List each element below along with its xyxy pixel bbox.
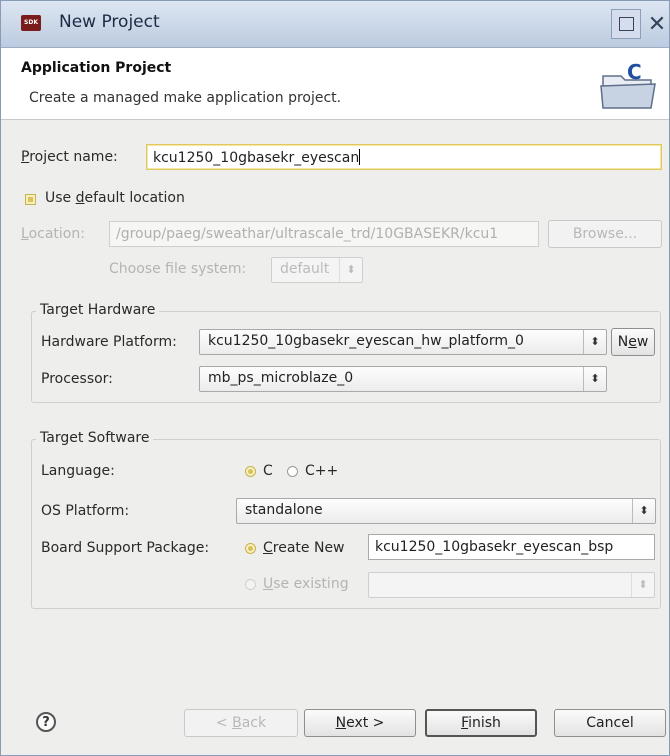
svg-text:C: C [627,62,642,84]
create-new-bsp-radio[interactable] [245,543,256,554]
spinner-arrows-icon: ⬍ [632,499,655,523]
bsp-name-input[interactable]: kcu1250_10gbasekr_eyescan_bsp [368,534,655,560]
spinner-arrows-icon: ⬍ [339,258,362,282]
use-default-location-label[interactable]: Use default location [45,190,185,206]
finish-button[interactable]: Finish [425,709,537,737]
language-c-radio[interactable] [245,466,256,477]
back-button[interactable]: < Back [184,709,298,737]
os-platform-label: OS Platform: [41,503,130,519]
use-existing-bsp-label[interactable]: Use existing [263,576,349,592]
language-cpp-label[interactable]: C++ [305,463,338,479]
processor-select[interactable]: mb_ps_microblaze_0 ⬍ [199,366,607,392]
language-c-label[interactable]: C [263,463,273,479]
window-title: New Project [59,12,160,32]
project-name-label: Project name: [21,149,118,165]
target-hardware-title: Target Hardware [36,302,160,318]
new-project-dialog: SDK New Project ✕ Application Project Cr… [0,0,670,756]
maximize-button[interactable] [611,9,641,39]
hardware-platform-select[interactable]: kcu1250_10gbasekr_eyescan_hw_platform_0 ⬍ [199,329,607,355]
hardware-platform-label: Hardware Platform: [41,334,177,350]
maximize-icon [618,17,634,31]
language-cpp-radio[interactable] [287,466,298,477]
browse-button[interactable]: Browse... [548,220,662,248]
use-existing-bsp-radio[interactable] [245,579,256,590]
close-icon: ✕ [647,11,667,37]
spinner-arrows-icon: ⬍ [583,367,606,391]
sdk-app-icon: SDK [21,15,41,31]
project-name-input[interactable]: kcu1250_10gbasekr_eyescan [146,144,662,170]
os-platform-select[interactable]: standalone ⬍ [236,498,656,524]
use-default-location-checkbox[interactable] [25,194,36,205]
spinner-arrows-icon: ⬍ [631,573,654,597]
location-input[interactable]: /group/paeg/sweathar/ultrascale_trd/10GB… [109,221,539,247]
file-system-select[interactable]: default ⬍ [271,257,363,283]
file-system-label: Choose file system: [109,261,247,277]
existing-bsp-select[interactable]: ⬍ [368,572,655,598]
title-bar[interactable]: SDK New Project ✕ [1,1,669,48]
new-hardware-button[interactable]: New [611,328,655,356]
location-label: Location: [21,226,85,242]
create-new-bsp-label[interactable]: Create New [263,540,345,556]
cancel-button[interactable]: Cancel [554,709,666,737]
spinner-arrows-icon: ⬍ [583,330,606,354]
language-label: Language: [41,463,115,479]
wizard-banner: Application Project Create a managed mak… [1,48,669,120]
bsp-label: Board Support Package: [41,540,210,556]
close-button[interactable]: ✕ [642,9,669,39]
banner-description: Create a managed make application projec… [29,90,342,106]
c-project-folder-icon: C [600,62,656,109]
target-software-title: Target Software [36,430,154,446]
help-icon[interactable]: ? [36,712,56,732]
processor-label: Processor: [41,371,113,387]
banner-title: Application Project [21,60,172,76]
next-button[interactable]: Next > [304,709,416,737]
